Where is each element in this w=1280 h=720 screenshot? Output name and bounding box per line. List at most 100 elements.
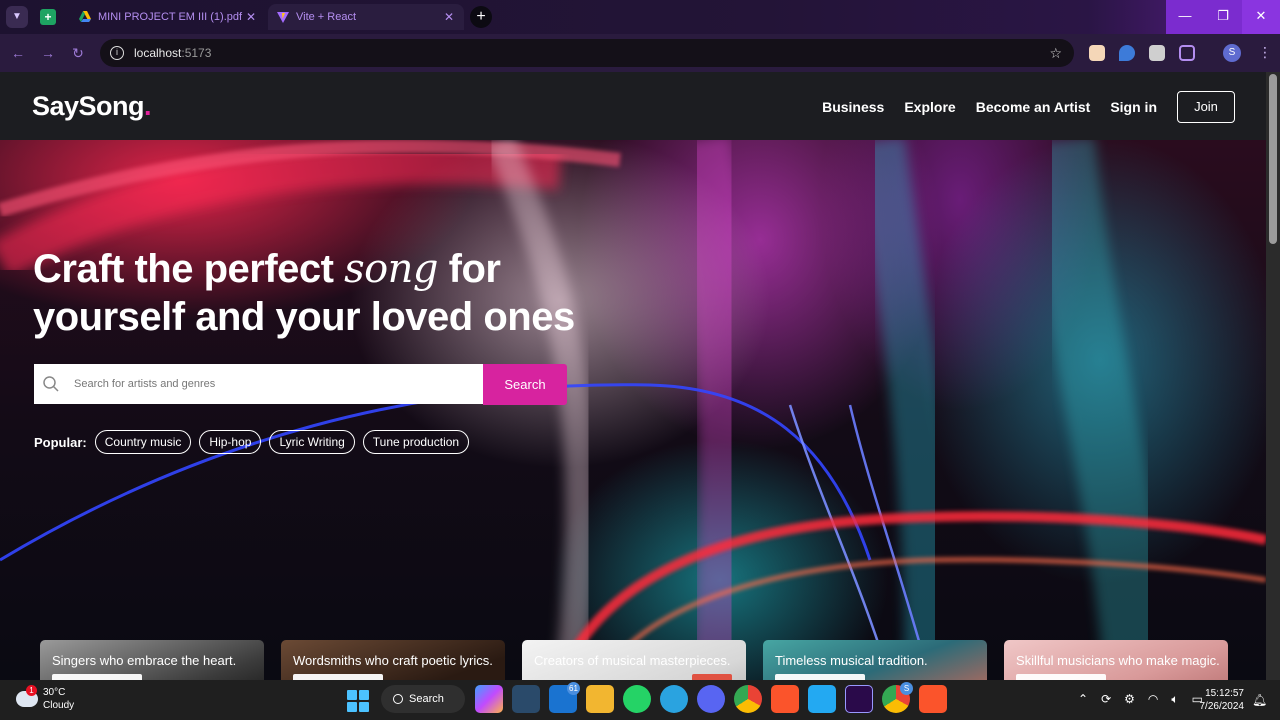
camera-extension-icon[interactable] xyxy=(1149,45,1165,61)
restore-icon[interactable]: ❐ xyxy=(1204,0,1242,34)
site-info-icon[interactable]: i xyxy=(110,46,124,60)
category-card[interactable]: Wordsmiths who craft poetic lyrics. xyxy=(281,640,505,680)
popular-tag-tune-production[interactable]: Tune production xyxy=(362,430,470,454)
tab-title: Vite + React xyxy=(296,11,357,23)
forward-arrow-icon[interactable]: → xyxy=(38,43,58,63)
weather-badge: 1 xyxy=(26,685,37,696)
category-card[interactable]: Creators of musical masterpieces. xyxy=(522,640,746,680)
close-tab-icon[interactable]: ✕ xyxy=(244,10,258,24)
weather-condition: Cloudy xyxy=(43,700,75,711)
nav-link-sign-in[interactable]: Sign in xyxy=(1110,99,1157,115)
taskbar-search[interactable]: Search xyxy=(381,685,465,713)
browser-tab-strip: ▼ + MINI PROJECT EM III (1).pdf - G ✕ Vi… xyxy=(0,0,1280,34)
tab-pdf[interactable]: MINI PROJECT EM III (1).pdf - G ✕ xyxy=(70,4,266,30)
clock-date: 7/26/2024 xyxy=(1199,701,1245,712)
windows-start-icon[interactable] xyxy=(347,689,369,712)
search-icon xyxy=(393,694,403,704)
tab-search-chevron-icon[interactable]: ▼ xyxy=(6,6,28,28)
search-icon xyxy=(43,376,59,392)
brave-icon[interactable] xyxy=(771,685,799,713)
nav-link-explore[interactable]: Explore xyxy=(904,99,955,115)
google-drive-icon xyxy=(79,11,91,22)
vite-icon xyxy=(277,12,289,23)
reload-icon[interactable]: ↻ xyxy=(68,43,88,63)
headline-emphasis: song xyxy=(344,246,439,292)
brave-profile-icon[interactable] xyxy=(919,685,947,713)
join-button[interactable]: Join xyxy=(1177,91,1235,123)
url-port: :5173 xyxy=(181,46,212,60)
back-arrow-icon[interactable]: ← xyxy=(8,43,28,63)
page-scrollbar[interactable] xyxy=(1266,72,1280,680)
extensions-puzzle-icon[interactable] xyxy=(1179,45,1195,61)
pinned-sheets-tab-icon[interactable]: + xyxy=(40,9,56,25)
search-button[interactable]: Search xyxy=(483,364,567,405)
taskbar-search-label: Search xyxy=(409,693,444,705)
nav-link-become-artist[interactable]: Become an Artist xyxy=(976,99,1091,115)
vscode-icon[interactable] xyxy=(808,685,836,713)
address-bar[interactable]: i localhost :5173 ☆ xyxy=(100,39,1074,67)
extension-icon[interactable] xyxy=(1089,45,1105,61)
telegram-icon[interactable] xyxy=(660,685,688,713)
profile-avatar[interactable]: S xyxy=(1223,44,1241,62)
premiere-pro-icon[interactable] xyxy=(845,685,873,713)
popular-tag-lyric-writing[interactable]: Lyric Writing xyxy=(269,430,355,454)
weather-widget[interactable]: 1 30°C Cloudy xyxy=(16,685,74,712)
search-input[interactable] xyxy=(74,378,454,390)
tab-title: MINI PROJECT EM III (1).pdf - G xyxy=(98,11,244,23)
minimize-icon[interactable]: — xyxy=(1166,0,1204,34)
audio-app-icon[interactable] xyxy=(512,685,540,713)
chrome-profile-icon[interactable]: S xyxy=(882,682,913,713)
chrome-profile-badge: S xyxy=(900,682,913,695)
temperature: 30°C xyxy=(43,687,66,698)
tab-vite-react[interactable]: Vite + React ✕ xyxy=(268,4,464,30)
popular-tag-hip-hop[interactable]: Hip-hop xyxy=(199,430,262,454)
bookmark-star-icon[interactable]: ☆ xyxy=(1049,45,1062,62)
category-card[interactable]: Timeless musical tradition. xyxy=(763,640,987,680)
card-caption: Timeless musical tradition. xyxy=(775,653,928,668)
copilot-icon[interactable] xyxy=(475,685,503,713)
category-cards: Singers who embrace the heart. Wordsmith… xyxy=(40,640,1245,680)
chrome-icon[interactable] xyxy=(734,685,762,713)
popular-tags: Popular: Country music Hip-hop Lyric Wri… xyxy=(34,430,477,454)
url-host: localhost xyxy=(134,46,182,60)
new-tab-button[interactable]: + xyxy=(470,6,492,28)
close-tab-icon[interactable]: ✕ xyxy=(442,10,456,24)
whatsapp-icon[interactable] xyxy=(623,685,651,713)
mail-icon[interactable]: 61 xyxy=(549,682,580,713)
notification-bell-icon[interactable]: 🔔︎ xyxy=(1252,693,1267,707)
discord-icon[interactable] xyxy=(697,685,725,713)
scrollbar-thumb[interactable] xyxy=(1269,74,1277,244)
settings-gear-icon[interactable]: ⚙ xyxy=(1124,692,1135,707)
chevron-up-icon[interactable]: ⌃ xyxy=(1078,692,1088,707)
taskbar-clock[interactable]: 15:12:57 7/26/2024 xyxy=(1190,687,1245,713)
hero-headline: Craft the perfect song for yourself and … xyxy=(33,245,575,341)
nav-link-business[interactable]: Business xyxy=(822,99,884,115)
weather-text: 30°C Cloudy xyxy=(43,686,74,712)
taskbar-apps: Search 61 S xyxy=(344,682,956,713)
browser-menu-icon[interactable]: ⋮ xyxy=(1258,44,1272,61)
file-explorer-icon[interactable] xyxy=(586,685,614,713)
page-viewport: SaySong. Business Explore Become an Arti… xyxy=(0,72,1266,680)
popular-tag-country-music[interactable]: Country music xyxy=(94,430,192,454)
hero-light-streaks-background xyxy=(0,140,1266,680)
browser-toolbar: ← → ↻ i localhost :5173 ☆ S ⋮ xyxy=(0,34,1280,72)
saysong-logo[interactable]: SaySong. xyxy=(32,91,152,122)
close-window-icon[interactable]: ✕ xyxy=(1242,0,1280,34)
extension-drop-icon[interactable] xyxy=(1119,45,1135,61)
card-caption: Singers who embrace the heart. xyxy=(52,653,237,668)
window-controls: — ❐ ✕ xyxy=(1166,0,1280,34)
site-header: SaySong. Business Explore Become an Arti… xyxy=(0,72,1266,140)
category-card[interactable]: Singers who embrace the heart. xyxy=(40,640,264,680)
wifi-icon[interactable]: ◠ xyxy=(1148,692,1158,707)
category-card[interactable]: Skillful musicians who make magic. xyxy=(1004,640,1228,680)
logo-text: SaySong xyxy=(32,91,145,121)
headline-part-2: for xyxy=(438,247,501,291)
clock-time: 15:12:57 xyxy=(1205,688,1244,699)
sync-icon[interactable]: ⟳ xyxy=(1101,692,1111,707)
card-caption: Skillful musicians who make magic. xyxy=(1016,653,1220,668)
mail-badge: 61 xyxy=(567,682,580,695)
hero-search-box xyxy=(34,364,484,404)
card-caption: Wordsmiths who craft poetic lyrics. xyxy=(293,653,493,668)
volume-icon[interactable]: 🔈︎ xyxy=(1171,692,1178,707)
windows-taskbar: 1 30°C Cloudy Search 61 S ⌃ ⟳ ⚙ ◠ 🔈︎ ▭ 1… xyxy=(0,680,1280,720)
